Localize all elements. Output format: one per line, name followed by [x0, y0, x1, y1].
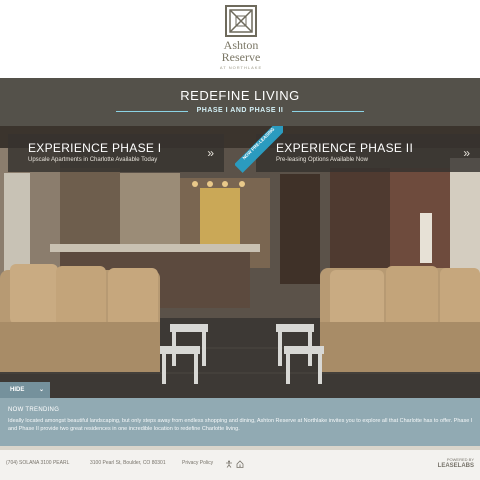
- equal-housing-icon: [236, 460, 244, 470]
- site-logo[interactable]: Ashton Reserve AT NORTHLAKE: [210, 5, 272, 71]
- footer-phone[interactable]: (704) SOLANA 3100 PEARL: [6, 460, 69, 466]
- subtitle-divider-right: [292, 111, 364, 112]
- banner-subtitle: PHASE I AND PHASE II: [0, 107, 480, 114]
- info-title: NOW TRENDING: [8, 407, 60, 413]
- chevron-down-icon: ⌄: [38, 387, 44, 393]
- phase-1-subtitle: Upscale Apartments in Charlotte Availabl…: [28, 157, 158, 163]
- logo-subline: AT NORTHLAKE: [219, 65, 263, 70]
- phase-2-title: EXPERIENCE PHASE II: [276, 141, 414, 155]
- info-text: Ideally located amongst beautiful landsc…: [8, 418, 473, 432]
- logo-mark-icon: [225, 5, 257, 37]
- logo-line-2: Reserve: [221, 50, 261, 64]
- phase-1-title: EXPERIENCE PHASE I: [28, 141, 162, 155]
- page: Ashton Reserve AT NORTHLAKE REDEFINE LIV…: [0, 0, 480, 480]
- accessibility-icon: [225, 460, 233, 470]
- hide-info-button[interactable]: HIDE ⌄: [0, 382, 50, 398]
- chevron-right-icon: »: [207, 146, 214, 160]
- privacy-policy-link[interactable]: Privacy Policy: [182, 460, 213, 466]
- phase-2-subtitle: Pre-leasing Options Available Now: [276, 157, 368, 163]
- info-panel: NOW TRENDING Ideally located amongst bea…: [0, 398, 480, 446]
- phase-1-card[interactable]: EXPERIENCE PHASE I Upscale Apartments in…: [8, 134, 224, 172]
- pre-leasing-ribbon-text: NOW PRE-LEASING: [235, 126, 283, 173]
- subtitle-divider-left: [116, 111, 188, 112]
- site-header: Ashton Reserve AT NORTHLAKE: [0, 0, 480, 78]
- pre-leasing-ribbon: NOW PRE-LEASING: [235, 126, 283, 174]
- banner-subtitle-text: PHASE I AND PHASE II: [196, 107, 284, 114]
- powered-by-label: POWERED BY: [446, 457, 474, 462]
- footer-stripe: [0, 446, 480, 450]
- chevron-right-icon: »: [463, 146, 470, 160]
- footer-address[interactable]: 3100 Pearl St, Boulder, CO 80301: [90, 460, 166, 466]
- logo-wordmark: Ashton Reserve: [210, 39, 272, 63]
- powered-by[interactable]: POWERED BY LEASELABS: [438, 457, 474, 469]
- banner-title: REDEFINE LIVING: [180, 88, 300, 103]
- site-footer: (704) SOLANA 3100 PEARL 3100 Pearl St, B…: [0, 446, 480, 480]
- hide-label: HIDE: [10, 387, 25, 393]
- redefine-living-banner: REDEFINE LIVING PHASE I AND PHASE II: [0, 78, 480, 126]
- powered-by-brand: LEASELABS: [437, 463, 474, 469]
- phase-2-card[interactable]: EXPERIENCE PHASE II Pre-leasing Options …: [256, 134, 480, 172]
